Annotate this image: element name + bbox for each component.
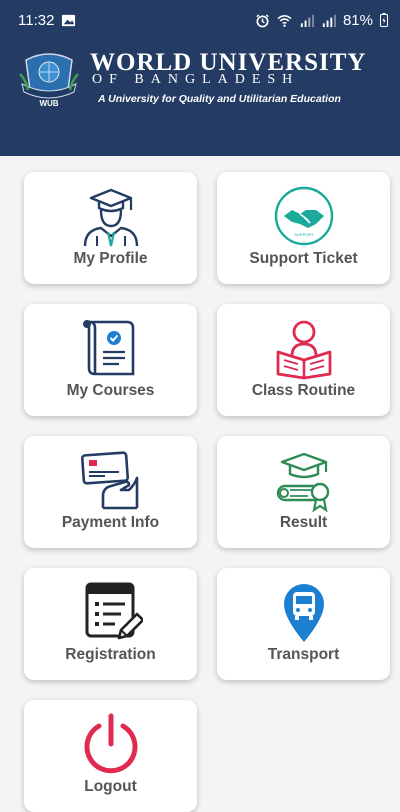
university-subtitle: OF BANGLADESH [92, 72, 300, 87]
support-ticket-button[interactable]: SUPPORT Support Ticket [217, 172, 390, 284]
tile-label: Logout [84, 778, 137, 795]
tile-label: My Courses [66, 382, 155, 399]
diploma-cap-icon [276, 452, 329, 512]
tile-label: Transport [267, 646, 340, 663]
svg-text:SUPPORT: SUPPORT [294, 232, 314, 237]
logo-text: WUB [39, 99, 58, 108]
tile-label: My Profile [73, 250, 148, 267]
tile-label: Support Ticket [249, 250, 358, 267]
my-courses-button[interactable]: My Courses [24, 304, 197, 416]
payment-info-button[interactable]: Payment Info [24, 436, 197, 548]
menu-grid: My Profile SUPPORT Support Ticket My Cou… [24, 172, 391, 812]
tile-label: Class Routine [251, 382, 356, 399]
transport-button[interactable]: Transport [217, 568, 390, 680]
battery-icon [380, 13, 388, 27]
card-payment-icon [80, 451, 138, 510]
my-profile-button[interactable]: My Profile [24, 172, 197, 284]
app-header: 11:32 81% WUB WORLD UNIVERSITY OF BANGLA… [0, 0, 400, 156]
wifi-icon [277, 14, 292, 27]
university-logo-icon: WUB [19, 53, 79, 108]
tile-label: Registration [65, 646, 156, 663]
status-time: 11:32 [18, 11, 55, 29]
logout-button[interactable]: Logout [24, 700, 197, 812]
result-button[interactable]: Result [217, 436, 390, 548]
university-tagline: A University for Quality and Utilitarian… [98, 93, 341, 105]
handshake-support-icon: SUPPORT [274, 186, 333, 246]
certificate-scroll-icon [82, 320, 134, 376]
image-icon [62, 14, 76, 26]
status-bar: 11:32 81% [0, 0, 400, 40]
reading-person-icon [276, 320, 331, 380]
alarm-icon [256, 13, 269, 27]
signal-icon [300, 14, 314, 27]
graduate-profile-icon [83, 188, 138, 247]
registration-button[interactable]: Registration [24, 568, 197, 680]
signal-icon [322, 14, 336, 27]
tile-label: Result [279, 514, 328, 531]
class-routine-button[interactable]: Class Routine [217, 304, 390, 416]
battery-percent: 81% [342, 11, 373, 29]
power-icon [84, 713, 137, 774]
bus-location-icon [283, 584, 324, 642]
tile-label: Payment Info [61, 514, 160, 531]
university-brand: WUB WORLD UNIVERSITY OF BANGLADESH A Uni… [14, 48, 394, 110]
registration-form-icon [85, 582, 143, 640]
